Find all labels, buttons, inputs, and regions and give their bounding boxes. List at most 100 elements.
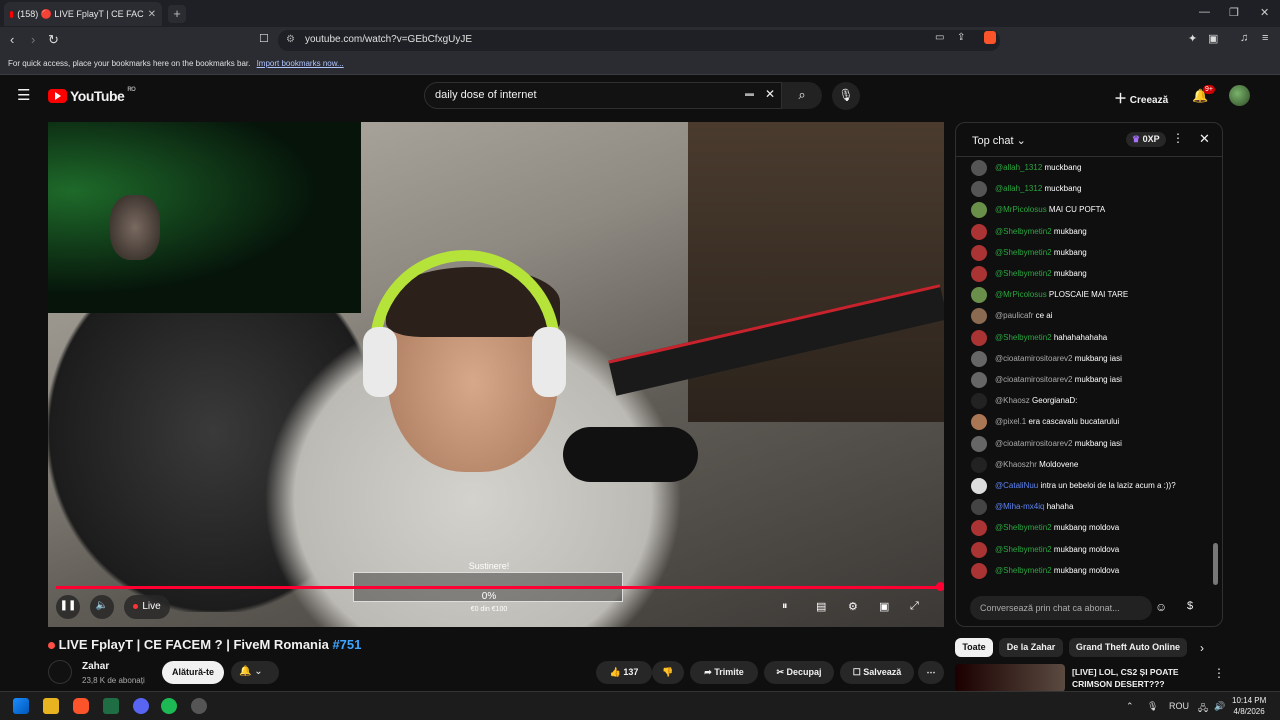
chat-close-icon[interactable]: ✕ — [1199, 131, 1210, 147]
input-language[interactable]: ROU — [1169, 701, 1189, 711]
chat-user-avatar[interactable] — [971, 499, 987, 516]
tab-close-icon[interactable]: ✕ — [148, 9, 156, 20]
progress-bar[interactable] — [56, 586, 940, 589]
close-window-icon[interactable]: ✕ — [1260, 6, 1269, 19]
chip-all[interactable]: Toate — [955, 638, 993, 657]
chat-username[interactable]: @MrPicolosus — [995, 290, 1047, 299]
channel-name[interactable]: Zahar — [82, 661, 109, 672]
chat-user-avatar[interactable] — [971, 520, 987, 537]
chat-username[interactable]: @Shelbymetin2 — [995, 333, 1052, 342]
video-hashtag[interactable]: #751 — [332, 637, 361, 652]
tray-mic-icon[interactable]: 🎙 — [1147, 701, 1158, 712]
fullscreen-icon[interactable]: ⤢ — [910, 600, 919, 613]
like-button[interactable]: 👍 137 — [596, 661, 652, 684]
progress-scrubber[interactable] — [936, 582, 944, 591]
clip-button[interactable]: ✂ Decupaj — [764, 661, 834, 684]
share-button[interactable]: ➦ Trimite — [690, 661, 758, 684]
account-avatar[interactable] — [1229, 85, 1250, 106]
network-icon[interactable]: 🖧 — [1198, 701, 1208, 717]
youtube-logo[interactable]: YouTube RO — [48, 87, 136, 104]
chat-more-icon[interactable]: ⋮ — [1172, 131, 1184, 145]
new-tab-button[interactable]: + — [168, 5, 186, 23]
chat-username[interactable]: @Shelbymetin2 — [995, 523, 1052, 532]
sidebar-icon[interactable]: ▣ — [1208, 32, 1218, 45]
voice-search-button[interactable]: 🎙 — [832, 82, 860, 110]
chat-user-avatar[interactable] — [971, 393, 987, 410]
dislike-button[interactable]: 👎 — [652, 661, 684, 684]
windows-start-icon[interactable] — [13, 698, 29, 714]
chat-scrollbar[interactable] — [1213, 543, 1218, 585]
channel-avatar[interactable] — [48, 660, 72, 684]
chat-username[interactable]: @Khaosz — [995, 396, 1030, 405]
speaker-icon[interactable]: 🔊 — [1214, 701, 1225, 712]
subscription-bell-button[interactable]: 🔔 ⌄ — [231, 661, 279, 684]
chat-username[interactable]: @Shelbymetin2 — [995, 566, 1052, 575]
chat-username[interactable]: @Shelbymetin2 — [995, 227, 1052, 236]
chat-user-avatar[interactable] — [971, 244, 987, 261]
discord-icon[interactable] — [133, 698, 149, 714]
chat-username[interactable]: @Miha-mx4iq — [995, 502, 1044, 511]
chat-username[interactable]: @Shelbymetin2 — [995, 248, 1052, 257]
chat-username[interactable]: @paulicafr — [995, 311, 1033, 320]
chat-username[interactable]: @pixel.1 — [995, 417, 1026, 426]
more-actions-button[interactable]: ⋯ — [918, 661, 944, 684]
chat-user-avatar[interactable] — [971, 541, 987, 558]
miniplayer-icon[interactable]: ▣ — [879, 600, 889, 613]
share-icon[interactable]: ⇪ — [957, 32, 965, 43]
video-player[interactable]: Sustinere! 0% €0 din €100 ❚❚ 🔈 Live ⏸ ▤ … — [48, 122, 944, 627]
emoji-icon[interactable]: ☺ — [1155, 600, 1167, 614]
recommended-title[interactable]: [LIVE] LOL, CS2 ȘI POATE CRIMSON DESERT?… — [1072, 666, 1202, 690]
system-clock[interactable]: 10:14 PM 4/8/2026 — [1232, 695, 1266, 717]
chat-username[interactable]: @MrPicolosus — [995, 205, 1047, 214]
minimize-icon[interactable]: — — [1199, 6, 1210, 18]
chat-user-avatar[interactable] — [971, 435, 987, 452]
chat-username[interactable]: @Khaoszhr — [995, 460, 1037, 469]
chat-user-avatar[interactable] — [971, 350, 987, 367]
brave-shield-icon[interactable] — [984, 31, 996, 44]
chat-user-avatar[interactable] — [971, 372, 987, 388]
hamburger-menu-icon[interactable]: ☰ — [17, 86, 30, 104]
browser-tab[interactable]: (158) 🔴 LIVE FplayT | CE FAC ✕ — [4, 2, 162, 26]
chat-username[interactable]: @Shelbymetin2 — [995, 545, 1052, 554]
subtitles-icon[interactable]: ▤ — [816, 600, 826, 613]
tray-overflow-icon[interactable]: ⌃ — [1126, 701, 1134, 712]
xp-badge[interactable]: ♛ 0XP — [1126, 132, 1166, 147]
chat-user-avatar[interactable] — [971, 329, 987, 346]
brave-taskbar-icon[interactable] — [73, 698, 89, 714]
settings-icon[interactable]: ⚙ — [848, 600, 858, 613]
xbox-icon[interactable] — [103, 698, 119, 714]
chat-user-avatar[interactable] — [971, 414, 987, 431]
chat-user-avatar[interactable] — [971, 266, 987, 282]
search-input[interactable]: daily dose of internet ▬ ✕ — [424, 82, 782, 109]
volume-button[interactable]: 🔈 — [90, 595, 114, 619]
chat-mode-dropdown[interactable]: Top chat ⌄ — [972, 134, 1026, 147]
maximize-icon[interactable]: ❐ — [1229, 6, 1239, 19]
chip-gta-online[interactable]: Grand Theft Auto Online — [1069, 638, 1187, 657]
chat-user-avatar[interactable] — [971, 478, 987, 494]
chat-user-avatar[interactable] — [971, 287, 987, 304]
recommended-thumbnail[interactable] — [955, 664, 1065, 692]
live-indicator[interactable]: Live — [124, 595, 170, 619]
search-button[interactable]: ⌕ — [782, 82, 822, 109]
reload-icon[interactable]: ↻ — [48, 32, 59, 48]
chat-user-avatar[interactable] — [971, 160, 987, 176]
bookmark-icon[interactable]: ☐ — [259, 32, 269, 45]
chat-username[interactable]: @allah_1312 — [995, 184, 1042, 193]
steam-icon[interactable] — [191, 698, 207, 714]
pause-button[interactable]: ❚❚ — [56, 595, 80, 619]
autoplay-toggle-icon[interactable]: ⏸ — [782, 600, 788, 613]
join-button[interactable]: Alătură-te — [162, 661, 224, 684]
save-button[interactable]: ☐ Salvează — [840, 661, 914, 684]
chat-username[interactable]: @cioatamirositoarev2 — [995, 354, 1072, 363]
cast-icon[interactable]: ▭ — [935, 32, 944, 43]
chat-username[interactable]: @CataliNuu — [995, 481, 1038, 490]
import-bookmarks-link[interactable]: Import bookmarks now... — [257, 59, 344, 68]
chat-username[interactable]: @cioatamirositoarev2 — [995, 439, 1072, 448]
chat-username[interactable]: @cioatamirositoarev2 — [995, 375, 1072, 384]
chat-username[interactable]: @Shelbymetin2 — [995, 269, 1052, 278]
chips-next-icon[interactable]: › — [1200, 641, 1204, 655]
keyboard-icon[interactable]: ▬ — [745, 88, 754, 98]
url-field[interactable]: ⚙ youtube.com/watch?v=GEbCfxgUyJE — [278, 30, 1000, 51]
extensions-icon[interactable]: ✦ — [1188, 32, 1197, 45]
super-chat-icon[interactable]: $ — [1187, 600, 1193, 612]
